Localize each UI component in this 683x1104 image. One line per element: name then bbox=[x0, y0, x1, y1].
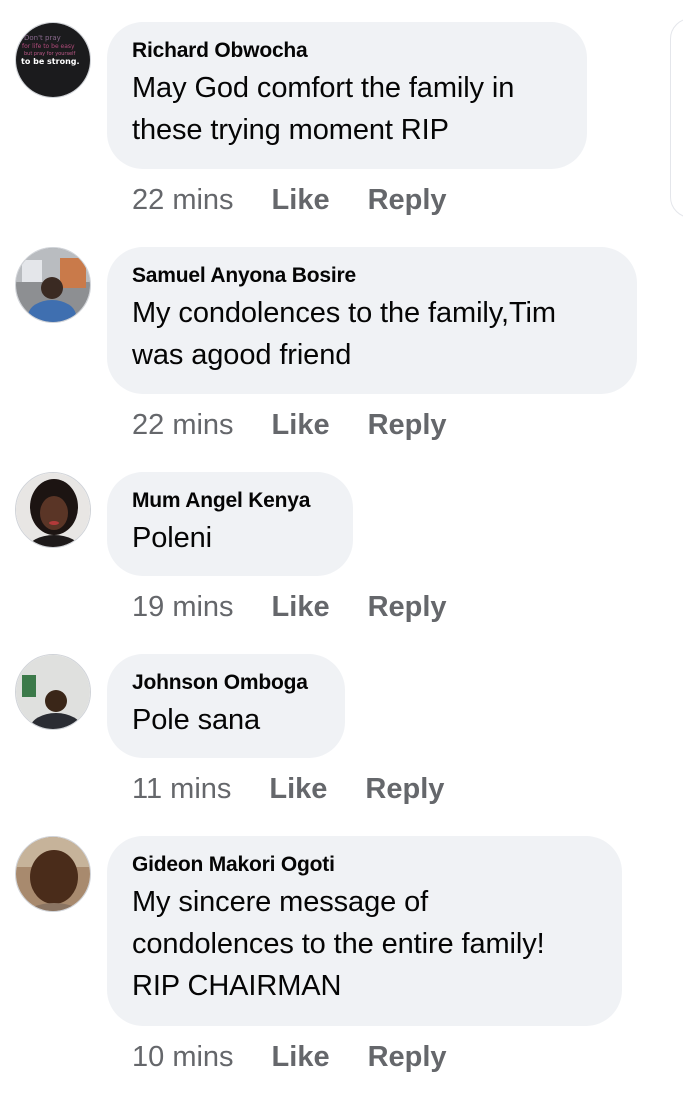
comment-author[interactable]: Mum Angel Kenya bbox=[132, 488, 327, 514]
person-photo-avatar bbox=[16, 837, 90, 911]
comment-text-line: was agood friend bbox=[132, 339, 352, 371]
avatar[interactable] bbox=[15, 247, 91, 323]
comment-bubble: Mum Angel Kenya Poleni bbox=[107, 472, 353, 576]
comment-text: My condolences to the family,Tim was ago… bbox=[132, 292, 611, 376]
avatar-quote-line-4: to be strong. bbox=[21, 57, 80, 66]
quote-image-avatar: Don't pray for life to be easy but pray … bbox=[16, 23, 90, 97]
comment-timestamp[interactable]: 10 mins bbox=[132, 1041, 234, 1074]
like-button[interactable]: Like bbox=[272, 409, 330, 442]
comment-text-line: My condolences to the family,Tim bbox=[132, 297, 556, 329]
avatar[interactable] bbox=[15, 654, 91, 730]
person-photo-avatar bbox=[16, 248, 90, 322]
comment-text-line: May God comfort the family in bbox=[132, 72, 515, 104]
avatar[interactable]: Don't pray for life to be easy but pray … bbox=[15, 22, 91, 98]
comment-text-line: condolences to the entire family! bbox=[132, 928, 545, 960]
comment-text: My sincere message of condolences to the… bbox=[132, 881, 596, 1007]
comment-author[interactable]: Samuel Anyona Bosire bbox=[132, 263, 611, 289]
like-button[interactable]: Like bbox=[272, 591, 330, 624]
reply-button[interactable]: Reply bbox=[368, 409, 447, 442]
comment-bubble: Richard Obwocha May God comfort the fami… bbox=[107, 22, 587, 169]
comment-timestamp[interactable]: 22 mins bbox=[132, 184, 234, 217]
avatar-quote-line-1: Don't pray bbox=[24, 34, 61, 42]
comment-text-line: Pole sana bbox=[132, 704, 261, 736]
comment-text: Pole sana bbox=[132, 699, 319, 741]
avatar[interactable] bbox=[15, 836, 91, 912]
comment-timestamp[interactable]: 19 mins bbox=[132, 591, 234, 624]
comment-actions: 22 mins Like Reply bbox=[132, 184, 447, 217]
comment-timestamp[interactable]: 11 mins bbox=[132, 773, 231, 806]
like-button[interactable]: Like bbox=[272, 184, 330, 217]
comment-author[interactable]: Johnson Omboga bbox=[132, 670, 319, 696]
comment-actions: 19 mins Like Reply bbox=[132, 591, 447, 624]
comment-text-line: Poleni bbox=[132, 522, 213, 554]
avatar-quote-line-2: for life to be easy bbox=[22, 43, 75, 50]
reply-button[interactable]: Reply bbox=[368, 591, 447, 624]
reply-button[interactable]: Reply bbox=[368, 184, 447, 217]
comment-timestamp[interactable]: 22 mins bbox=[132, 409, 234, 442]
comment-text-line: these trying moment RIP bbox=[132, 114, 449, 146]
like-button[interactable]: Like bbox=[269, 773, 327, 806]
comment-actions: 22 mins Like Reply bbox=[132, 409, 447, 442]
comment-text: Poleni bbox=[132, 517, 327, 559]
comment-bubble: Samuel Anyona Bosire My condolences to t… bbox=[107, 247, 637, 394]
comment-author[interactable]: Richard Obwocha bbox=[132, 38, 561, 64]
avatar[interactable] bbox=[15, 472, 91, 548]
comment-bubble: Johnson Omboga Pole sana bbox=[107, 654, 345, 758]
comment-actions: 11 mins Like Reply bbox=[132, 773, 444, 806]
comment-actions: 10 mins Like Reply bbox=[132, 1041, 447, 1074]
reply-button[interactable]: Reply bbox=[368, 1041, 447, 1074]
comment-text-line: RIP CHAIRMAN bbox=[132, 970, 342, 1002]
person-photo-avatar bbox=[16, 473, 90, 547]
adjacent-card-edge bbox=[670, 18, 683, 218]
like-button[interactable]: Like bbox=[272, 1041, 330, 1074]
comment-text-line: My sincere message of bbox=[132, 886, 429, 918]
reply-button[interactable]: Reply bbox=[365, 773, 444, 806]
comment-author[interactable]: Gideon Makori Ogoti bbox=[132, 852, 596, 878]
person-photo-avatar bbox=[16, 655, 90, 729]
comment-text: May God comfort the family in these tryi… bbox=[132, 67, 561, 151]
comment-bubble: Gideon Makori Ogoti My sincere message o… bbox=[107, 836, 622, 1026]
